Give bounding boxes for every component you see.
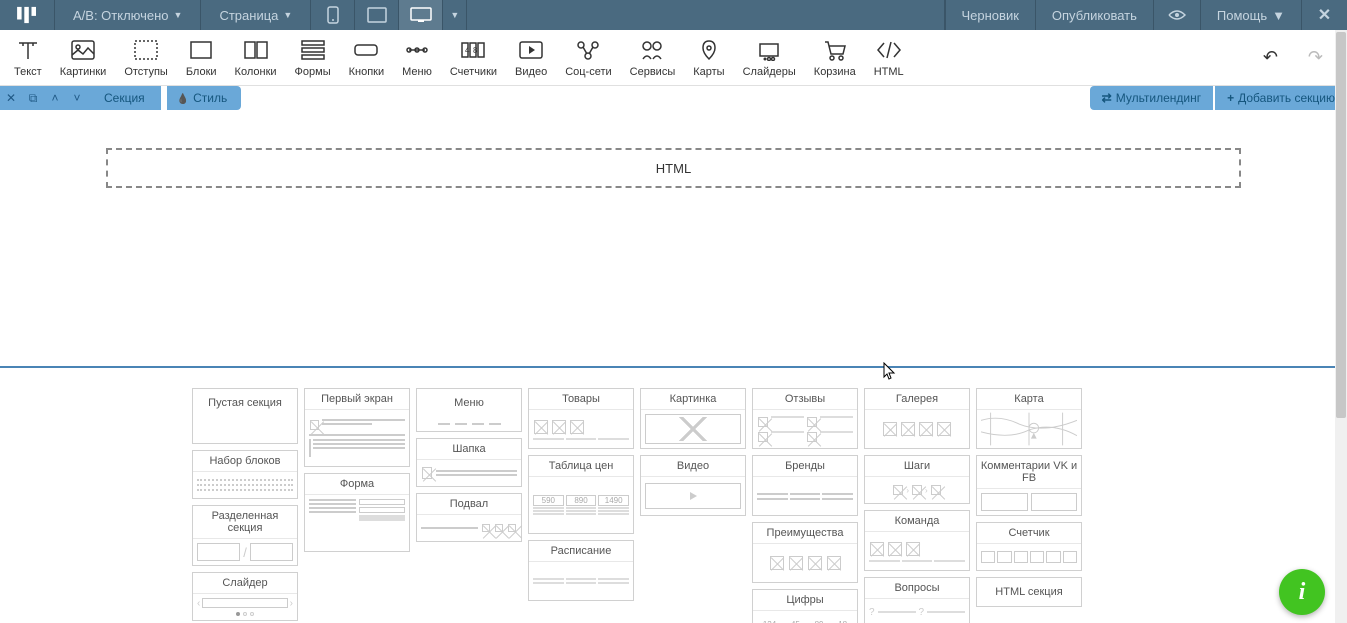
blk-hero[interactable]: Первый экран (304, 388, 410, 467)
canvas[interactable]: HTML (0, 110, 1347, 368)
blk-empty-section[interactable]: Пустая секция (192, 388, 298, 444)
tool-services[interactable]: Сервисы (630, 38, 676, 78)
blk-menu[interactable]: Меню (416, 388, 522, 432)
publish-button[interactable]: Опубликовать (1035, 0, 1153, 30)
svg-text:4: 4 (465, 46, 470, 55)
blk-schedule[interactable]: Расписание (528, 540, 634, 601)
svg-text:8: 8 (473, 46, 478, 55)
blk-numbers[interactable]: Цифры124458918 (752, 589, 858, 623)
tool-spacing[interactable]: Отступы (124, 38, 168, 78)
section-name: Секция (88, 86, 161, 110)
device-more[interactable]: ▼ (443, 0, 467, 30)
close-button[interactable]: ✕ (1301, 0, 1347, 30)
tool-menu[interactable]: Меню (402, 38, 432, 78)
section-up[interactable]: ˄ (44, 86, 66, 110)
tool-columns[interactable]: Колонки (235, 38, 277, 78)
context-bar: ✕ ⧉ ˄ ˅ Секция Стиль Мультилендинг +Доба… (0, 86, 1347, 110)
blk-split-section[interactable]: Разделенная секция/ (192, 505, 298, 566)
tool-images[interactable]: Картинки (60, 38, 107, 78)
multilanding-button[interactable]: Мультилендинг (1090, 86, 1213, 110)
blk-footer[interactable]: Подвал (416, 493, 522, 542)
device-group: ▼ (311, 0, 467, 30)
blk-comments[interactable]: Комментарии VK и FB (976, 455, 1082, 516)
blk-faq[interactable]: Вопросы?? (864, 577, 970, 623)
blk-html-section[interactable]: HTML секция (976, 577, 1082, 607)
blk-features[interactable]: Преимущества (752, 522, 858, 583)
blk-form[interactable]: Форма (304, 473, 410, 552)
help-dropdown[interactable]: Помощь▼ (1200, 0, 1301, 30)
tool-html[interactable]: HTML (874, 38, 904, 78)
blk-block-set[interactable]: Набор блоков (192, 450, 298, 499)
device-tablet[interactable] (355, 0, 399, 30)
tool-text[interactable]: Текст (14, 38, 42, 78)
page-label: Страница (219, 8, 278, 23)
info-icon: i (1299, 579, 1306, 606)
blk-image[interactable]: Картинка (640, 388, 746, 449)
topbar: A/B: Отключено▼ Страница▼ ▼ Черновик Опу… (0, 0, 1347, 30)
blk-reviews[interactable]: Отзывы (752, 388, 858, 449)
tools-row: Текст Картинки Отступы Блоки Колонки Фор… (0, 30, 1347, 86)
blk-steps[interactable]: Шаги›› (864, 455, 970, 504)
blk-counter[interactable]: Счетчик (976, 522, 1082, 571)
device-mobile[interactable] (311, 0, 355, 30)
tool-maps[interactable]: Карты (693, 38, 724, 78)
block-library: Пустая секция Набор блоков Разделенная с… (0, 368, 1347, 623)
tool-counters[interactable]: 48Счетчики (450, 38, 497, 78)
style-button[interactable]: Стиль (167, 86, 242, 110)
tool-cart[interactable]: Корзина (814, 38, 856, 78)
tool-sliders[interactable]: Слайдеры (743, 38, 796, 78)
blk-products[interactable]: Товары (528, 388, 634, 449)
preview-button[interactable] (1153, 0, 1200, 30)
tool-video[interactable]: Видео (515, 38, 547, 78)
blk-gallery[interactable]: Галерея (864, 388, 970, 449)
blk-team[interactable]: Команда (864, 510, 970, 571)
section-copy[interactable]: ⧉ (22, 86, 44, 110)
redo-button[interactable]: ↷ (1308, 47, 1323, 68)
device-desktop[interactable] (399, 0, 443, 30)
ab-label: A/B: Отключено (73, 8, 169, 23)
blk-map[interactable]: Карта (976, 388, 1082, 449)
scrollbar[interactable] (1335, 30, 1347, 623)
undo-button[interactable]: ↶ (1263, 47, 1278, 68)
section-close[interactable]: ✕ (0, 86, 22, 110)
draft-status: Черновик (945, 0, 1035, 30)
blk-pricing[interactable]: Таблица цен5908901490 (528, 455, 634, 534)
add-section-button[interactable]: +Добавить секцию (1215, 86, 1347, 110)
tool-blocks[interactable]: Блоки (186, 38, 217, 78)
info-button[interactable]: i (1279, 569, 1325, 615)
tool-buttons[interactable]: Кнопки (349, 38, 385, 78)
blk-header[interactable]: Шапка (416, 438, 522, 487)
blk-brands[interactable]: Бренды (752, 455, 858, 516)
close-icon: ✕ (1318, 5, 1331, 25)
logo[interactable] (0, 0, 55, 30)
ab-toggle[interactable]: A/B: Отключено▼ (55, 0, 201, 30)
tool-social[interactable]: Соц-сети (565, 38, 611, 78)
scrollbar-thumb[interactable] (1336, 32, 1346, 418)
html-widget[interactable]: HTML (106, 148, 1241, 188)
page-dropdown[interactable]: Страница▼ (201, 0, 311, 30)
blk-slider[interactable]: Слайдер‹› (192, 572, 298, 621)
blk-video[interactable]: Видео (640, 455, 746, 516)
section-down[interactable]: ˅ (66, 86, 88, 110)
tool-forms[interactable]: Формы (295, 38, 331, 78)
